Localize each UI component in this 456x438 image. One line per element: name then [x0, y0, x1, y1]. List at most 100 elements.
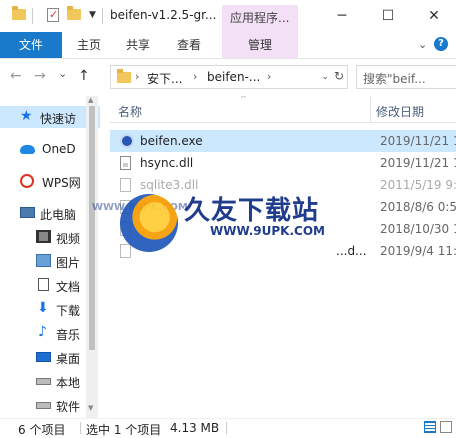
divider	[102, 8, 103, 24]
selection-size: 4.13 MB	[170, 421, 220, 435]
file-date: 2019/11/21 1	[380, 156, 456, 170]
nav-item-desktop[interactable]: 桌面	[0, 346, 100, 368]
large-icons-view-icon[interactable]	[440, 421, 452, 433]
nav-item-label: 图片	[56, 256, 81, 270]
file-date: 2019/9/4 11:1	[380, 244, 456, 258]
nav-item-label: 软件	[56, 400, 81, 414]
status-bar: 6 个项目 选中 1 个项目 4.13 MB	[0, 418, 456, 437]
nav-item-quick-access[interactable]: ★ 快速访	[0, 106, 100, 128]
nav-item-label: 此电脑	[40, 208, 77, 222]
ribbon-tabs: 文件 主页 共享 查看 管理 ⌄ ?	[0, 32, 456, 59]
file-date: 2019/11/21 1	[380, 134, 456, 148]
sort-indicator-icon: ^	[240, 96, 247, 103]
nav-scrollbar[interactable]: ▲ ▼	[86, 96, 98, 418]
file-date: 2018/10/30 1	[380, 222, 456, 236]
help-icon[interactable]: ?	[434, 37, 448, 51]
nav-item-this-pc[interactable]: 此电脑	[0, 202, 100, 224]
divider	[226, 422, 227, 434]
nav-item-pictures[interactable]: 图片	[0, 250, 100, 272]
tab-share[interactable]: 共享	[121, 32, 155, 58]
nav-item-wps[interactable]: WPS网	[0, 170, 100, 192]
nav-item-software-disk[interactable]: 软件	[0, 394, 100, 416]
folder-icon[interactable]	[12, 6, 26, 20]
file-name: beifen.exe	[140, 134, 203, 148]
column-date[interactable]: 修改日期	[376, 103, 424, 120]
music-icon: ♪	[38, 324, 47, 340]
back-icon[interactable]: ←	[10, 68, 22, 84]
column-name[interactable]: 名称	[118, 103, 142, 120]
divider	[32, 8, 33, 24]
maximize-button[interactable]: ☐	[368, 0, 408, 32]
recent-locations-icon[interactable]: ⌄	[58, 67, 67, 80]
computer-icon	[20, 207, 35, 218]
cloud-icon	[20, 145, 35, 154]
window-title: beifen-v1.2.5-gr...	[110, 8, 217, 22]
file-date: 2018/8/6 0:58	[380, 200, 456, 214]
properties-icon[interactable]	[47, 8, 59, 22]
breadcrumb-separator: ›	[193, 70, 198, 83]
watermark-title: 久友下载站	[184, 196, 320, 226]
scrollbar-thumb[interactable]	[89, 106, 95, 350]
forward-icon[interactable]: →	[34, 68, 46, 84]
exe-icon	[120, 134, 134, 148]
context-tab-header-label: 应用程序...	[230, 11, 290, 25]
nav-item-label: OneD	[42, 142, 76, 156]
context-tab-header: 应用程序...	[222, 5, 298, 32]
column-header-row: ^ 名称 修改日期	[110, 96, 456, 123]
item-count: 6 个项目	[18, 423, 66, 437]
scroll-up-icon[interactable]: ▲	[88, 96, 93, 104]
divider	[80, 422, 81, 434]
nav-item-music[interactable]: ♪ 音乐	[0, 322, 100, 344]
nav-item-label: 快速访	[40, 112, 77, 126]
ribbon-collapse-icon[interactable]: ⌄	[418, 38, 427, 51]
star-icon: ★	[20, 108, 33, 124]
nav-item-videos[interactable]: 视频	[0, 226, 100, 248]
nav-item-label: 下载	[56, 304, 81, 318]
nav-item-documents[interactable]: 文档	[0, 274, 100, 296]
nav-item-label: 本地	[56, 376, 81, 390]
nav-item-label: 音乐	[56, 328, 81, 342]
drive-icon	[36, 402, 51, 409]
file-date: 2011/5/19 9:3	[380, 178, 456, 192]
nav-item-local-disk[interactable]: 本地	[0, 370, 100, 392]
file-row[interactable]: beifen.exe 2019/11/21 1	[110, 130, 456, 152]
dll-icon	[120, 156, 131, 170]
breadcrumb-item[interactable]: beifen-...	[207, 70, 260, 84]
video-icon	[36, 230, 51, 243]
tab-file[interactable]: 文件	[0, 32, 62, 58]
tab-manage[interactable]: 管理	[222, 32, 298, 58]
navigation-pane: ★ 快速访 OneD WPS网 此电脑 视频 图片 文档 ⬇ 下载 ♪ 音乐 桌…	[0, 96, 100, 418]
tab-view[interactable]: 查看	[172, 32, 206, 58]
nav-item-downloads[interactable]: ⬇ 下载	[0, 298, 100, 320]
title-bar: ▼ beifen-v1.2.5-gr... 应用程序... ─ ☐ ✕	[0, 0, 456, 32]
file-row[interactable]: hsync.dll 2019/11/21 1	[110, 152, 456, 174]
document-icon	[38, 278, 49, 291]
address-dropdown-icon[interactable]: ⌄	[321, 72, 329, 82]
file-list: ^ 名称 修改日期 beifen.exe 2019/11/21 1 hsync.…	[110, 96, 456, 418]
address-bar[interactable]: › 安下... › beifen-... › ⌄ ↻	[110, 65, 348, 89]
watermark-url: WWW.9UPK.COM	[210, 224, 325, 238]
search-input[interactable]: 搜索"beif...	[356, 65, 456, 89]
up-icon[interactable]: ↑	[78, 68, 90, 84]
nav-item-label: WPS网	[42, 176, 81, 190]
search-placeholder: 搜索"beif...	[363, 72, 426, 86]
breadcrumb-separator: ›	[135, 70, 140, 83]
close-button[interactable]: ✕	[414, 0, 454, 32]
customize-toolbar-icon[interactable]: ▼	[89, 10, 96, 20]
drive-icon	[36, 378, 51, 385]
refresh-icon[interactable]: ↻	[334, 69, 344, 83]
breadcrumb-item[interactable]: 安下...	[147, 70, 182, 87]
details-view-icon[interactable]	[424, 421, 436, 433]
watermark: WWW.9UPK.COM 久友下载站 WWW.9UPK.COM	[92, 186, 360, 256]
desktop-icon	[36, 352, 51, 362]
minimize-button[interactable]: ─	[322, 0, 362, 32]
nav-item-onedrive[interactable]: OneD	[0, 138, 100, 160]
new-folder-icon[interactable]	[67, 6, 81, 20]
wps-icon	[20, 174, 34, 188]
nav-item-label: 桌面	[56, 352, 81, 366]
tab-home[interactable]: 主页	[72, 32, 106, 58]
scroll-down-icon[interactable]: ▼	[88, 404, 93, 412]
column-divider[interactable]	[370, 96, 371, 122]
nav-item-label: 文档	[56, 280, 81, 294]
address-row: ← → ⌄ ↑ › 安下... › beifen-... › ⌄ ↻ 搜索"be…	[0, 59, 456, 95]
